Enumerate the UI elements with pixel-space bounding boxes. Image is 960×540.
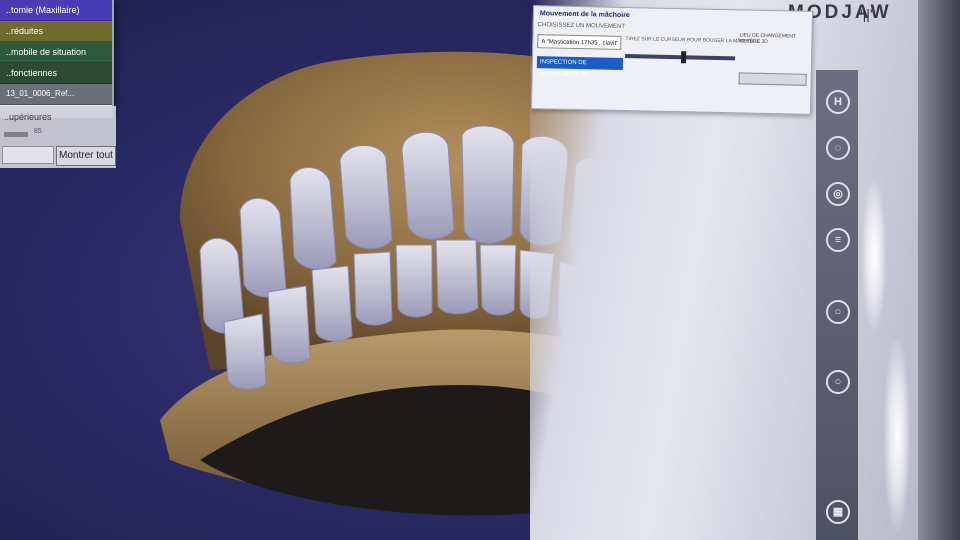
tool-sidebar: H ◌ ◎ ≡ ○ ○ ▦ [816, 70, 858, 540]
choose-movement-label: CHOISISSEZ UN MOUVEMENT [537, 22, 626, 31]
section-label: ..upérieures [4, 112, 52, 122]
target-icon[interactable]: ◎ [826, 182, 850, 206]
jaw-slider-thumb[interactable] [680, 51, 687, 64]
inspection-3d-button[interactable]: INSPECTION DE MOUVEMENT 3D [536, 56, 624, 78]
option-label: LIEU DE CHANGEMENT REPÈRE 3D [739, 32, 796, 46]
layers-icon[interactable]: ≡ [826, 228, 850, 252]
opacity-slider[interactable] [4, 132, 28, 137]
layers-panel: ..tomie (Maxillaire) ..réduites ..mobile… [0, 0, 114, 118]
screen-glare [884, 340, 910, 530]
panel-title: Mouvement de la mâchoire [539, 10, 630, 20]
layer-item[interactable]: ..fonctiennes [0, 63, 112, 84]
tooth-icon[interactable]: ◌ [826, 136, 850, 160]
layer-item[interactable]: ..réduites [0, 21, 112, 42]
layer-item[interactable]: ..tomie (Maxillaire) [0, 0, 112, 21]
circle-tool-icon[interactable]: ○ [826, 300, 850, 324]
filter-field[interactable] [2, 146, 54, 164]
jaw-movement-panel: Mouvement de la mâchoire CHOISISSEZ UN M… [530, 5, 814, 115]
monitor-bezel [918, 0, 960, 540]
circle-tool-icon-2[interactable]: ○ [826, 370, 850, 394]
show-all-button[interactable]: Montrer tout [56, 146, 116, 166]
option-checkbox[interactable] [738, 86, 804, 96]
layer-item[interactable]: 13_01_0006_Ref... [0, 84, 112, 105]
opacity-value: 85 [34, 128, 42, 135]
screen-glare [862, 180, 886, 330]
brand-mark-icon: '||' [860, 6, 873, 22]
movement-dropdown[interactable]: A "Mastication 17h35 ..clavit" [537, 34, 622, 50]
option-button[interactable] [738, 72, 807, 86]
visibility-panel: ..upérieures 85 Montrer tout [0, 106, 116, 168]
layer-item[interactable]: ..mobile de situation [0, 42, 112, 63]
h-button-icon[interactable]: H [826, 90, 850, 114]
grid-icon[interactable]: ▦ [826, 500, 850, 524]
